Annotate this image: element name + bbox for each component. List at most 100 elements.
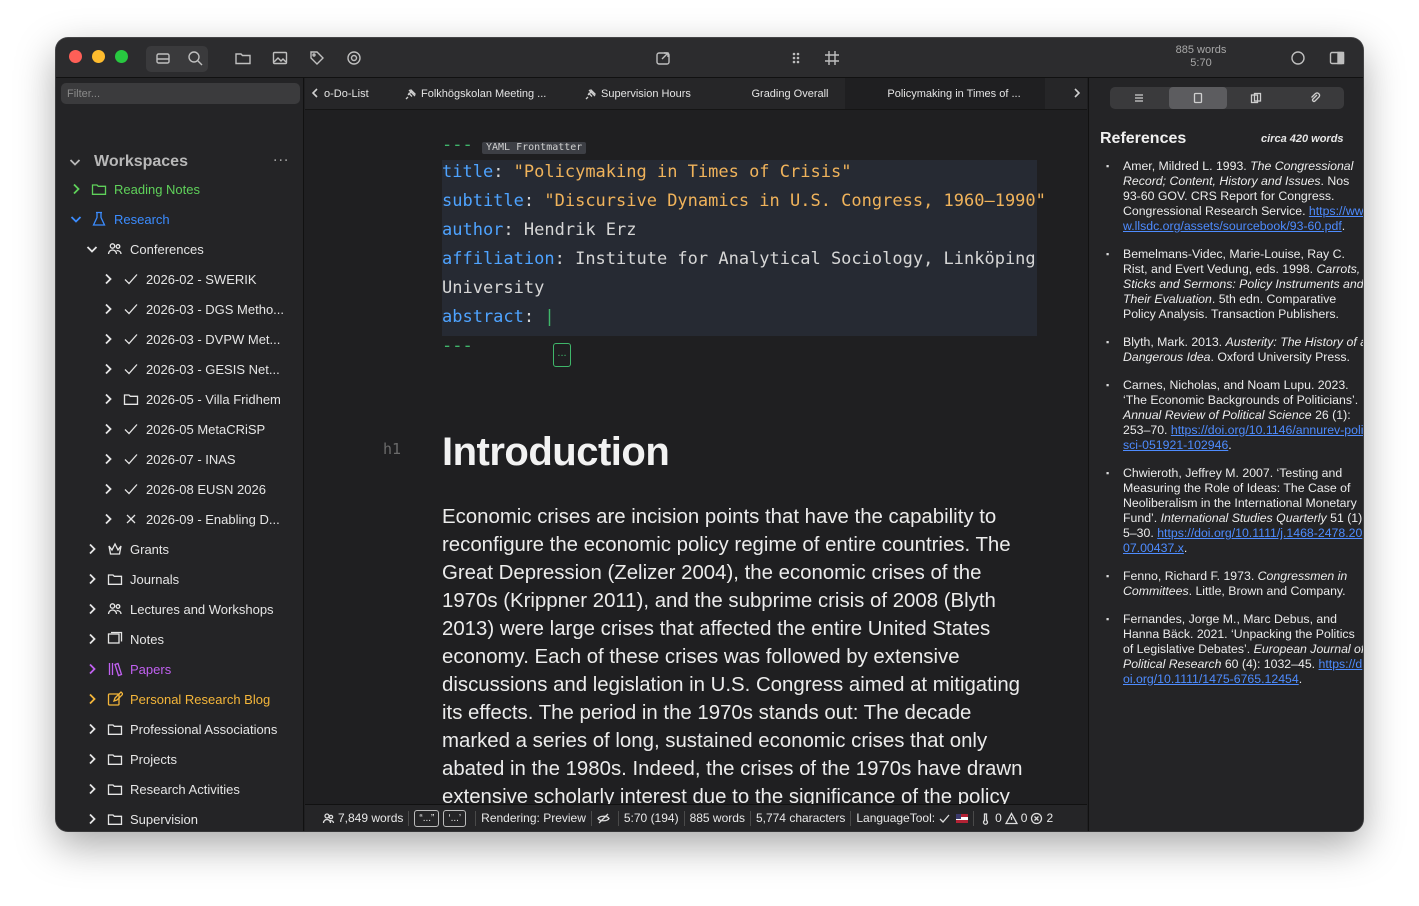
table-icon[interactable] [823, 49, 841, 67]
check-icon [123, 481, 139, 497]
workspaces-header[interactable]: Workspaces [68, 151, 188, 173]
chevron-right-icon[interactable] [85, 632, 99, 646]
sidebar-item-2026-02-swerik[interactable]: 2026-02 - SWERIK [101, 268, 257, 290]
file-manager-icon[interactable] [154, 49, 172, 67]
chevron-right-icon[interactable] [69, 182, 83, 196]
frontmatter-author-line: author: Hendrik Erz [442, 220, 637, 240]
reference-text: . Little, Brown and Company. [1188, 584, 1346, 598]
sidebar-toggle-icon[interactable] [1328, 49, 1346, 67]
folder-icon [107, 811, 123, 827]
sidebar-item-2026-07-inas[interactable]: 2026-07 - INAS [101, 448, 236, 470]
chevron-right-icon[interactable] [101, 512, 115, 526]
sidebar-item-label: Grants [130, 541, 170, 557]
related-files-tab[interactable] [1227, 87, 1286, 109]
reference-item: Blyth, Mark. 2013. Austerity: The Histor… [1106, 335, 1363, 365]
sidebar-item-journals[interactable]: Journals [85, 568, 179, 590]
drag-handle-icon[interactable] [787, 49, 805, 67]
rendering-mode[interactable]: Rendering: Preview [476, 810, 592, 826]
chevron-down-icon[interactable] [85, 242, 99, 256]
tab-label: o-Do-List [324, 87, 369, 100]
markdown-editor[interactable]: --- YAML Frontmatter title: "Policymakin… [305, 110, 1087, 804]
chevron-right-icon[interactable] [85, 662, 99, 676]
check-icon [123, 421, 139, 437]
sidebar-item-2026-08-eusn-2026[interactable]: 2026-08 EUSN 2026 [101, 478, 266, 500]
attachments-tab[interactable] [1286, 87, 1345, 109]
gear-icon[interactable] [345, 49, 363, 67]
folder-icon [107, 721, 123, 737]
tab-grading-overall[interactable]: Grading Overall [719, 78, 843, 109]
sidebar-item-2026-03-dvpw-met[interactable]: 2026-03 - DVPW Met... [101, 328, 280, 350]
workspaces-more-button[interactable]: ... [273, 148, 289, 166]
sidebar-item-2026-09-enabling-d[interactable]: 2026-09 - Enabling D... [101, 508, 280, 530]
tab-folkh-gskolan-meeting[interactable]: Folkhögskolan Meeting ... [397, 78, 569, 109]
chevron-right-icon[interactable] [85, 602, 99, 616]
toc-tab[interactable] [1110, 87, 1169, 109]
title-bar: 885 words 5:70 [56, 38, 1363, 78]
sidebar-item-notes[interactable]: Notes [85, 628, 164, 650]
chevron-right-icon[interactable] [101, 272, 115, 286]
check-icon [938, 812, 951, 825]
sidebar-item-personal-research-blog[interactable]: Personal Research Blog [85, 688, 270, 710]
tab-scroll-right-icon[interactable] [1070, 86, 1084, 100]
sidebar-item-label: Supervision [130, 811, 198, 827]
tab-o-do-list[interactable]: o-Do-List [324, 78, 396, 109]
sidebar-item-supervision[interactable]: Supervision [85, 808, 198, 830]
distraction-free-toggle[interactable] [592, 810, 619, 826]
sidebar-item-research-activities[interactable]: Research Activities [85, 778, 240, 800]
diagnostics-summary[interactable]: 0 0 2 [974, 811, 1058, 826]
chevron-right-icon[interactable] [101, 452, 115, 466]
sidebar-item-2026-03-dgs-metho[interactable]: 2026-03 - DGS Metho... [101, 298, 284, 320]
references-list: Amer, Mildred L. 1993. The Congressional… [1106, 159, 1363, 700]
sidebar-item-2026-03-gesis-net[interactable]: 2026-03 - GESIS Net... [101, 358, 280, 380]
sidebar-item-professional-associations[interactable]: Professional Associations [85, 718, 277, 740]
close-window-button[interactable] [69, 50, 82, 63]
zoom-window-button[interactable] [115, 50, 128, 63]
open-folder-icon[interactable] [234, 49, 252, 67]
reference-link[interactable]: https://doi.org/10.1111/j.1468-2478.2007… [1123, 526, 1362, 555]
chevron-right-icon[interactable] [101, 362, 115, 376]
tag-icon[interactable] [308, 49, 326, 67]
reference-text: . [1183, 541, 1188, 555]
check-icon [123, 451, 139, 467]
tab-policymaking-in-times-of[interactable]: Policymaking in Times of ... [845, 78, 1045, 109]
sidebar-item-reading-notes[interactable]: Reading Notes [69, 178, 200, 200]
abstract-fold-marker[interactable]: ... [553, 343, 571, 367]
sidebar-item-2026-05-metacrisp[interactable]: 2026-05 MetaCRiSP [101, 418, 265, 440]
export-icon[interactable] [654, 49, 672, 67]
sidebar-item-papers[interactable]: Papers [85, 658, 171, 680]
tab-scroll-left-icon[interactable] [308, 86, 322, 100]
double-quotes-button[interactable]: “...” [414, 809, 440, 827]
chevron-right-icon[interactable] [85, 722, 99, 736]
chevron-right-icon[interactable] [101, 482, 115, 496]
pin-icon [405, 88, 417, 100]
tab-supervision-hours[interactable]: Supervision Hours [577, 78, 717, 109]
heading-level-marker: h1 [383, 440, 402, 458]
single-quotes-button[interactable]: ‘...’ [443, 809, 467, 827]
image-icon[interactable] [271, 49, 289, 67]
chevron-right-icon[interactable] [101, 332, 115, 346]
sidebar-item-grants[interactable]: Grants [85, 538, 169, 560]
sidebar-item-2026-05-villa-fridhem[interactable]: 2026-05 - Villa Fridhem [101, 388, 281, 410]
sidebar-item-projects[interactable]: Projects [85, 748, 177, 770]
sidebar-item-lectures-and-workshops[interactable]: Lectures and Workshops [85, 598, 274, 620]
minimize-window-button[interactable] [92, 50, 105, 63]
chevron-right-icon[interactable] [85, 812, 99, 826]
chevron-down-icon[interactable] [69, 212, 83, 226]
filter-input[interactable] [61, 83, 300, 104]
sidebar-item-research[interactable]: Research [69, 208, 170, 230]
chevron-right-icon[interactable] [85, 692, 99, 706]
chevron-right-icon[interactable] [101, 392, 115, 406]
chevron-right-icon[interactable] [101, 422, 115, 436]
chevron-right-icon[interactable] [85, 572, 99, 586]
references-tab[interactable] [1168, 87, 1227, 109]
people-icon [107, 241, 123, 257]
frontmatter-end: --- [442, 336, 473, 356]
pomodoro-icon[interactable] [1289, 49, 1307, 67]
chevron-right-icon[interactable] [85, 542, 99, 556]
languagetool-status[interactable]: LanguageTool: [851, 810, 975, 826]
chevron-right-icon[interactable] [85, 782, 99, 796]
sidebar-item-conferences[interactable]: Conferences [85, 238, 204, 260]
chevron-right-icon[interactable] [101, 302, 115, 316]
chevron-right-icon[interactable] [85, 752, 99, 766]
search-icon[interactable] [186, 49, 204, 67]
